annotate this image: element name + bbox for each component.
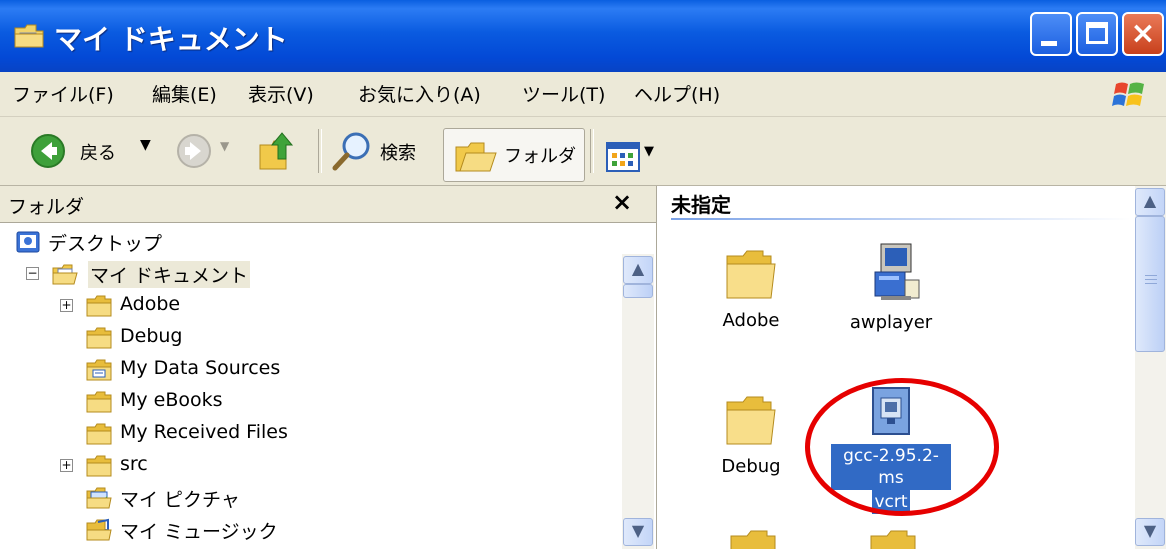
folder-icon: [86, 327, 112, 349]
tree-label: Debug: [120, 325, 183, 347]
close-icon: ×: [1130, 16, 1156, 51]
my-music-icon: [86, 518, 112, 541]
column-header-underline: [671, 218, 1131, 220]
search-label: 検索: [380, 143, 416, 164]
folder-icon[interactable]: [727, 528, 783, 549]
file-label: Adobe: [722, 310, 780, 331]
minimize-button[interactable]: [1030, 12, 1072, 56]
views-icon: [606, 142, 640, 172]
maximize-button[interactable]: [1076, 12, 1118, 56]
back-label: 戻る: [80, 143, 116, 164]
maximize-icon: [1086, 22, 1108, 44]
folder-icon: [86, 423, 112, 445]
my-documents-icon: [52, 264, 78, 285]
tree-item-desktop[interactable]: デスクトップ: [14, 226, 414, 258]
tree-item-my-ebooks[interactable]: My eBooks: [0, 386, 400, 418]
folder-pane: フォルダ × デスクトップ − マイ ドキュメント + Adobe Debug …: [0, 186, 657, 549]
explorer-window: マイ ドキュメント × ファイル(F) 編集(E) 表示(V) お気に入り(A)…: [0, 0, 1166, 549]
tree-item-my-data-sources[interactable]: My Data Sources: [0, 354, 400, 386]
file-item-debug[interactable]: Debug: [691, 394, 811, 477]
close-button[interactable]: ×: [1122, 12, 1164, 56]
folder-icon: [726, 396, 776, 445]
folder-icon: [86, 455, 112, 477]
search-button[interactable]: 検索: [328, 117, 438, 185]
menu-edit[interactable]: 編集(E): [152, 80, 217, 107]
file-label: awplayer: [849, 312, 933, 333]
file-list-scrollbar[interactable]: ▲ ▼: [1135, 186, 1166, 549]
tree-label: src: [120, 453, 148, 475]
menu-favorites[interactable]: お気に入り(A): [358, 80, 481, 107]
menu-bar: ファイル(F) 編集(E) 表示(V) お気に入り(A) ツール(T) ヘルプ(…: [0, 72, 1166, 117]
folders-button[interactable]: フォルダ: [443, 128, 585, 182]
tree-item-debug[interactable]: Debug: [0, 322, 400, 354]
scroll-down-button[interactable]: ▼: [1135, 518, 1165, 546]
tree-label: マイ ドキュメント: [88, 261, 251, 288]
tree-label: マイ ミュージック: [120, 521, 278, 543]
back-button[interactable]: 戻る ▼: [22, 117, 162, 185]
folders-label: フォルダ: [504, 146, 576, 167]
tree-item-src[interactable]: + src: [0, 450, 400, 482]
scroll-thumb[interactable]: [1135, 216, 1165, 352]
toolbar-separator: [318, 129, 322, 173]
folder-icon[interactable]: [867, 528, 923, 549]
scroll-up-button[interactable]: ▲: [1135, 188, 1165, 216]
my-pictures-icon: [86, 487, 112, 509]
folder-pane-close-button[interactable]: ×: [612, 188, 632, 216]
tree-item-my-pictures[interactable]: マイ ピクチャ: [0, 482, 400, 514]
up-folder-button[interactable]: [250, 117, 310, 185]
tree-item-my-documents[interactable]: − マイ ドキュメント: [0, 258, 400, 290]
setup-program-icon: [874, 243, 920, 300]
tree-item-my-music[interactable]: マイ ミュージック: [0, 514, 400, 546]
forward-dropdown-icon[interactable]: ▼: [220, 139, 229, 153]
toolbar-separator: [590, 129, 594, 173]
folder-icon: [86, 295, 112, 317]
scroll-up-button[interactable]: ▲: [623, 256, 653, 284]
tree-label: マイ ピクチャ: [120, 489, 240, 511]
forward-button[interactable]: ▼: [172, 117, 234, 185]
tree-label: My Data Sources: [120, 357, 281, 379]
up-folder-icon: [259, 132, 294, 170]
tree-item-adobe[interactable]: + Adobe: [0, 290, 400, 322]
file-label: Debug: [721, 456, 781, 477]
menu-tools[interactable]: ツール(T): [522, 80, 605, 107]
folder-pane-scrollbar[interactable]: ▲ ▼: [622, 254, 654, 549]
folder-icon: [726, 250, 776, 299]
tree-label: My Received Files: [120, 421, 288, 443]
back-dropdown-icon[interactable]: ▼: [140, 137, 151, 153]
highlight-circle: [805, 378, 999, 516]
menu-help[interactable]: ヘルプ(H): [634, 80, 720, 107]
folders-icon: [455, 142, 497, 172]
expand-toggle[interactable]: +: [60, 459, 73, 472]
title-bar[interactable]: マイ ドキュメント ×: [0, 0, 1166, 72]
tree-item-my-received-files[interactable]: My Received Files: [0, 418, 400, 450]
file-item-awplayer[interactable]: awplayer: [831, 242, 951, 333]
window-title: マイ ドキュメント: [54, 23, 288, 56]
tree-label: My eBooks: [120, 389, 223, 411]
scroll-down-button[interactable]: ▼: [623, 518, 653, 546]
my-documents-folder-icon: [14, 24, 44, 48]
scroll-thumb[interactable]: [623, 284, 653, 298]
menu-view[interactable]: 表示(V): [248, 80, 314, 107]
expand-toggle[interactable]: +: [60, 299, 73, 312]
forward-arrow-icon: [177, 134, 211, 168]
column-header[interactable]: 未指定: [671, 189, 731, 218]
folder-pane-title: フォルダ: [8, 196, 85, 218]
tree-label: デスクトップ: [48, 233, 163, 255]
views-button[interactable]: ▼: [602, 138, 674, 178]
back-arrow-icon: [31, 134, 65, 168]
minimize-icon: [1041, 41, 1057, 46]
tree-label: Adobe: [120, 293, 181, 315]
windows-logo-icon: [1112, 82, 1144, 106]
views-dropdown-icon[interactable]: ▼: [644, 144, 654, 159]
desktop-icon: [16, 231, 40, 253]
file-item-adobe[interactable]: Adobe: [691, 248, 811, 331]
folder-pane-header: フォルダ ×: [0, 186, 656, 223]
search-icon: [332, 132, 370, 171]
menu-file[interactable]: ファイル(F): [12, 80, 114, 107]
data-source-folder-icon: [86, 359, 112, 381]
collapse-toggle[interactable]: −: [26, 267, 39, 280]
folder-icon: [86, 391, 112, 413]
